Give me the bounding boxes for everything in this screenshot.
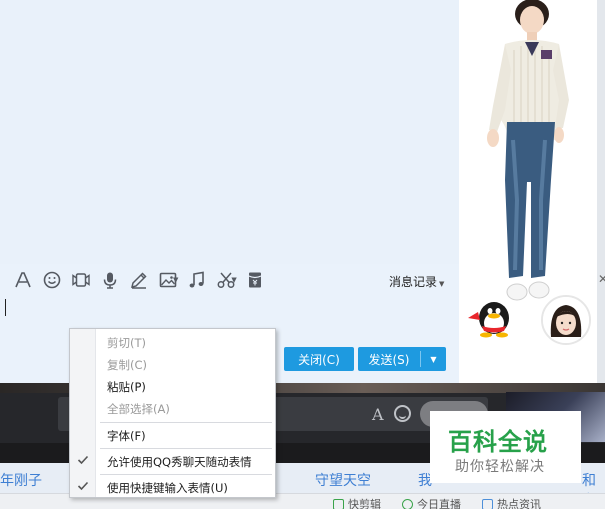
menu-item-cut[interactable]: 剪切(T) <box>107 335 146 351</box>
font-icon[interactable] <box>8 267 37 293</box>
status-item-label: 热点资讯 <box>497 498 541 509</box>
text-cursor <box>5 299 6 316</box>
status-item[interactable]: 今日直播 <box>402 496 461 509</box>
chevron-down-icon[interactable]: ▼ <box>173 276 178 284</box>
pen-icon[interactable] <box>124 267 153 293</box>
check-icon <box>77 455 89 465</box>
red-packet-icon[interactable] <box>241 267 270 293</box>
chevron-down-icon[interactable]: ▼ <box>231 276 236 284</box>
emoji-icon[interactable] <box>37 267 66 293</box>
message-history-area[interactable] <box>0 0 459 264</box>
qq-show-avatar-figure[interactable] <box>459 0 597 310</box>
menu-item-paste[interactable]: 粘贴(P) <box>107 379 146 395</box>
window-edge <box>597 0 605 383</box>
background-emoji-icon <box>394 405 411 422</box>
play-icon <box>333 498 344 509</box>
chat-window: ▼ ▼ 消息记录 ▼ 关闭(C) 发送(S) ▼ <box>0 0 459 383</box>
watermark-subtitle: 助你轻松解决 <box>455 459 545 475</box>
watermark-title: 百科全说 <box>448 428 548 456</box>
strip-item[interactable]: 守望天空 <box>315 470 371 490</box>
chevron-down-icon: ▼ <box>439 280 445 288</box>
menu-separator <box>100 448 272 449</box>
status-item[interactable]: 快剪辑 <box>333 496 381 509</box>
contact-avatar[interactable] <box>541 295 591 345</box>
watermark-logo: 百科全说 助你轻松解决 <box>430 411 581 483</box>
microphone-icon[interactable] <box>95 267 124 293</box>
menu-item-shortcut-emotes[interactable]: 使用快捷键输入表情(U) <box>107 480 228 496</box>
close-button[interactable]: 关闭(C) <box>284 347 354 371</box>
status-item[interactable]: 热点资讯 <box>482 496 541 509</box>
message-history-link[interactable]: 消息记录 ▼ <box>389 273 444 290</box>
live-icon <box>402 498 413 509</box>
close-icon[interactable]: ✕ <box>598 272 605 286</box>
background-font-icon: A <box>372 405 384 424</box>
menu-item-select-all[interactable]: 全部选择(A) <box>107 401 170 417</box>
menu-item-font[interactable]: 字体(F) <box>107 428 146 444</box>
music-icon[interactable] <box>182 267 211 293</box>
news-icon <box>482 498 493 509</box>
video-icon[interactable] <box>66 267 95 293</box>
send-button[interactable]: 发送(S) ▼ <box>358 347 446 371</box>
status-item-label: 今日直播 <box>417 498 461 509</box>
context-menu: 剪切(T) 复制(C) 粘贴(P) 全部选择(A) 字体(F) 允许使用QQ秀聊… <box>69 328 276 498</box>
message-history-label: 消息记录 <box>389 275 438 289</box>
status-item-label: 快剪辑 <box>348 498 381 509</box>
check-icon <box>77 481 89 491</box>
close-button-label: 关闭(C) <box>298 352 340 367</box>
menu-separator <box>100 422 272 423</box>
menu-item-allow-qqshow-emotes[interactable]: 允许使用QQ秀聊天随动表情 <box>107 454 252 470</box>
menu-gutter <box>70 329 96 497</box>
strip-item[interactable]: 年刚子 <box>0 470 42 490</box>
menu-item-copy[interactable]: 复制(C) <box>107 357 147 373</box>
send-button-label: 发送(S) <box>368 352 410 367</box>
menu-separator <box>100 474 272 475</box>
send-options-chevron-icon[interactable]: ▼ <box>421 355 446 364</box>
qq-penguin-icon[interactable] <box>464 296 514 338</box>
